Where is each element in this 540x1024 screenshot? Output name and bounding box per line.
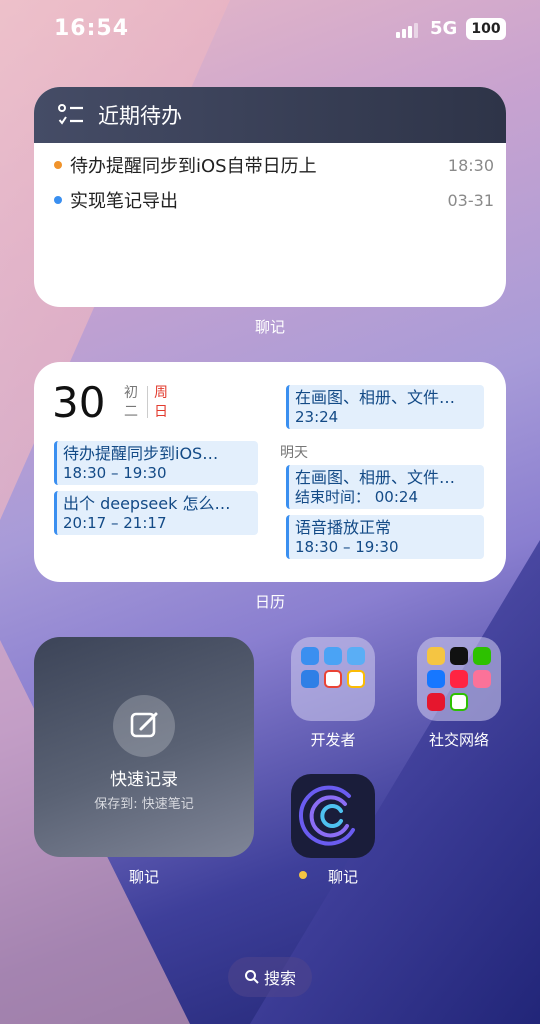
weibo-icon xyxy=(427,693,445,711)
calendar-day: 30 xyxy=(52,378,106,427)
google-ads-icon xyxy=(347,670,365,688)
event-time: 18:30 – 19:30 xyxy=(295,538,399,556)
wechat-icon xyxy=(473,647,491,665)
liaoji-app-icon[interactable] xyxy=(291,774,375,858)
status-time: 16:54 xyxy=(54,16,130,41)
todo-item-time: 03-31 xyxy=(447,190,495,210)
signal-icon xyxy=(396,22,420,38)
gmail-icon xyxy=(324,670,342,688)
calendar-widget-caption: 日历 xyxy=(254,593,285,611)
developer-folder-label: 开发者 xyxy=(310,731,356,749)
calendar-event[interactable]: 在画图、相册、文件… 结束时间： 00:24 xyxy=(286,465,484,509)
weekday: 周 日 xyxy=(154,384,168,422)
developer-folder[interactable] xyxy=(291,637,375,721)
calendar-event[interactable]: 语音播放正常 18:30 – 19:30 xyxy=(286,515,484,559)
event-title: 待办提醒同步到iOS… xyxy=(63,444,219,463)
weekday-line: 周 xyxy=(154,385,168,401)
search-icon xyxy=(244,970,259,984)
todo-item-time: 18:30 xyxy=(447,155,494,175)
todo-item[interactable]: 待办提醒同步到iOS自带日历上 18:30 xyxy=(54,150,494,180)
quick-note-widget[interactable]: 快速记录 保存到: 快速笔记 xyxy=(34,637,254,857)
lunar-date: 初 二 xyxy=(124,384,138,422)
app-store-icon xyxy=(301,647,319,665)
social-folder[interactable] xyxy=(417,637,501,721)
event-time: 23:24 xyxy=(295,408,339,426)
calendar-event[interactable]: 待办提醒同步到iOS… 18:30 – 19:30 xyxy=(54,441,258,485)
app-store-icon xyxy=(301,670,319,688)
calendar-event[interactable]: 在画图、相册、文件… 23:24 xyxy=(286,385,484,429)
qq-icon xyxy=(450,647,468,665)
event-title: 在画图、相册、文件… xyxy=(295,468,456,487)
event-title: 语音播放正常 xyxy=(295,518,392,537)
app-store-icon xyxy=(324,647,342,665)
todo-item-text: 实现笔记导出 xyxy=(70,191,178,212)
tomorrow-label: 明天 xyxy=(280,445,308,461)
social-folder-label: 社交网络 xyxy=(428,731,489,749)
todo-item-text: 待办提醒同步到iOS自带日历上 xyxy=(70,156,317,177)
quick-note-title: 快速记录 xyxy=(110,770,178,790)
priority-dot xyxy=(54,196,62,204)
todo-item[interactable]: 实现笔记导出 03-31 xyxy=(54,185,494,215)
calendar-widget[interactable]: 30 初 二 周 日 待办提醒同步到iOS… 18:30 – 19:30 出个 … xyxy=(34,362,506,582)
liaoji-app-label: 聊记 xyxy=(327,868,358,886)
checklist-icon xyxy=(58,104,83,125)
bilibili-icon xyxy=(473,670,491,688)
status-bar: 16:54 5G 100 xyxy=(0,0,540,60)
app-icon xyxy=(450,693,468,711)
battery-icon: 100 xyxy=(466,18,506,40)
weekday-line: 日 xyxy=(154,404,168,420)
lunar-date-line: 初 xyxy=(124,385,138,401)
todo-widget-title: 近期待办 xyxy=(98,104,182,128)
search-label: 搜索 xyxy=(263,969,296,988)
mail-icon xyxy=(427,647,445,665)
alipay-icon xyxy=(427,670,445,688)
lunar-date-line: 二 xyxy=(124,404,138,420)
event-time: 18:30 – 19:30 xyxy=(63,464,167,482)
todo-widget-header: 近期待办 xyxy=(34,87,506,143)
todo-widget-caption: 聊记 xyxy=(254,318,285,336)
network-label: 5G xyxy=(430,18,458,39)
compose-icon xyxy=(113,695,175,757)
calendar-event[interactable]: 出个 deepseek 怎么… 20:17 – 21:17 xyxy=(54,491,258,535)
quick-note-caption: 聊记 xyxy=(128,868,159,886)
quick-note-subtitle: 保存到: 快速笔记 xyxy=(94,797,194,812)
todo-widget[interactable]: 近期待办 待办提醒同步到iOS自带日历上 18:30 实现笔记导出 03-31 xyxy=(34,87,506,307)
event-title: 在画图、相册、文件… xyxy=(295,388,456,407)
testflight-icon xyxy=(347,647,365,665)
event-time: 结束时间： 00:24 xyxy=(295,488,418,506)
priority-dot xyxy=(54,161,62,169)
event-title: 出个 deepseek 怎么… xyxy=(63,494,231,513)
divider xyxy=(147,386,148,418)
xiaohongshu-icon xyxy=(450,670,468,688)
event-time: 20:17 – 21:17 xyxy=(63,514,167,532)
search-button[interactable]: 搜索 xyxy=(228,957,312,997)
